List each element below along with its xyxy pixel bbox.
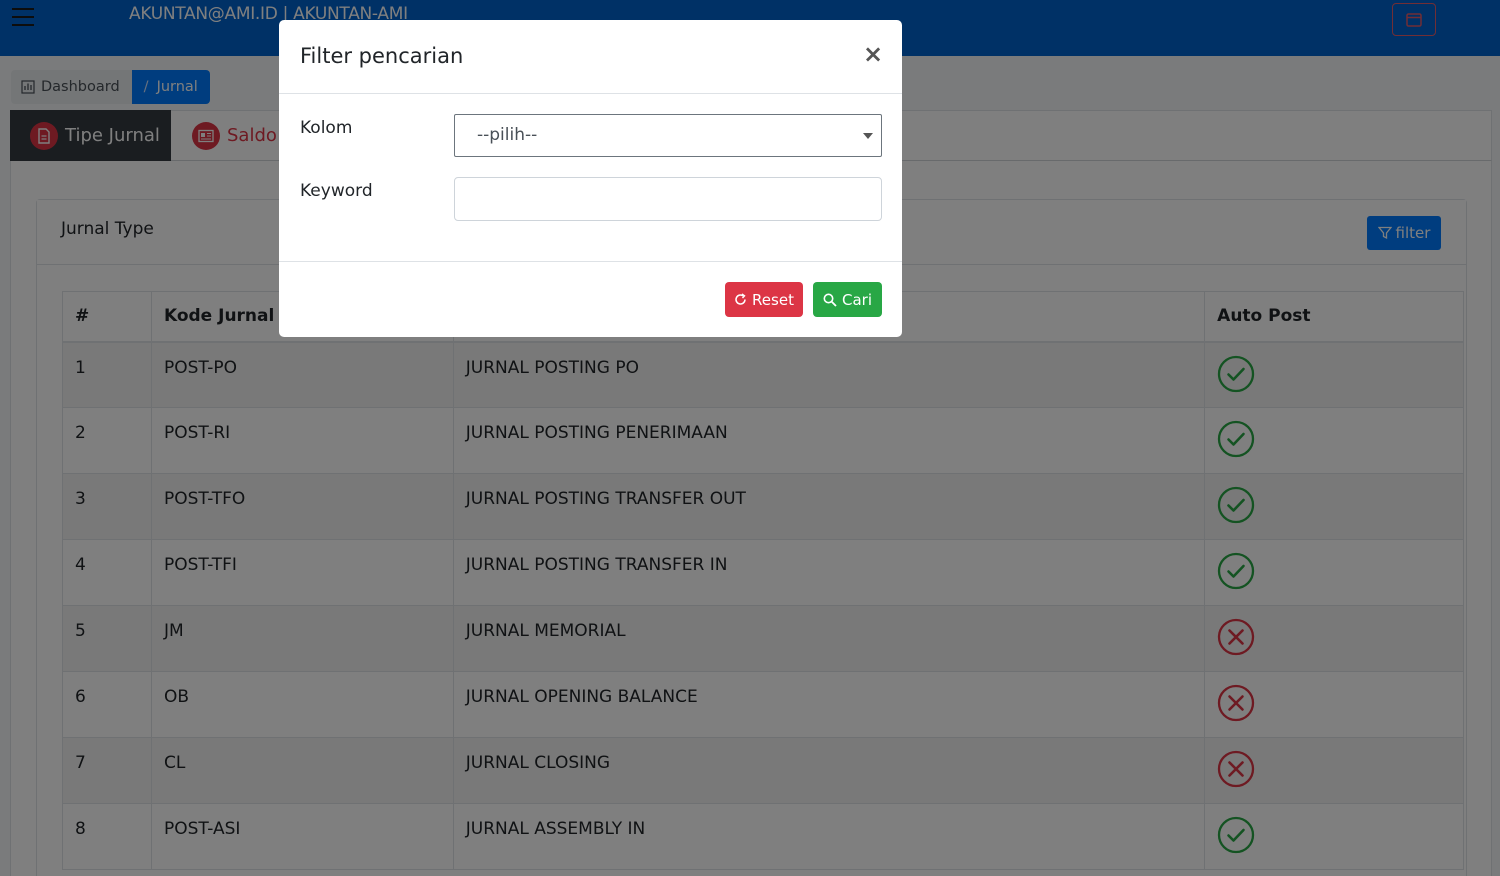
reset-button-label: Reset	[752, 290, 794, 309]
modal-body: Kolom --pilih-- Keyword	[279, 94, 902, 262]
kolom-label: Kolom	[300, 118, 353, 138]
kolom-select-value: --pilih--	[477, 125, 538, 145]
refresh-icon	[735, 293, 746, 305]
close-icon[interactable]: ×	[863, 42, 883, 66]
modal-header: Filter pencarian ×	[279, 20, 902, 94]
search-icon	[823, 293, 837, 307]
keyword-input[interactable]	[454, 177, 882, 221]
modal-title: Filter pencarian	[300, 44, 464, 68]
keyword-label: Keyword	[300, 181, 373, 201]
kolom-select[interactable]: --pilih--	[454, 114, 882, 157]
filter-modal: Filter pencarian × Kolom --pilih-- Keywo…	[279, 20, 902, 337]
reset-button[interactable]: Reset	[725, 282, 803, 317]
search-button-label: Cari	[842, 290, 872, 309]
search-button[interactable]: Cari	[813, 282, 882, 317]
chevron-down-icon	[863, 133, 873, 139]
